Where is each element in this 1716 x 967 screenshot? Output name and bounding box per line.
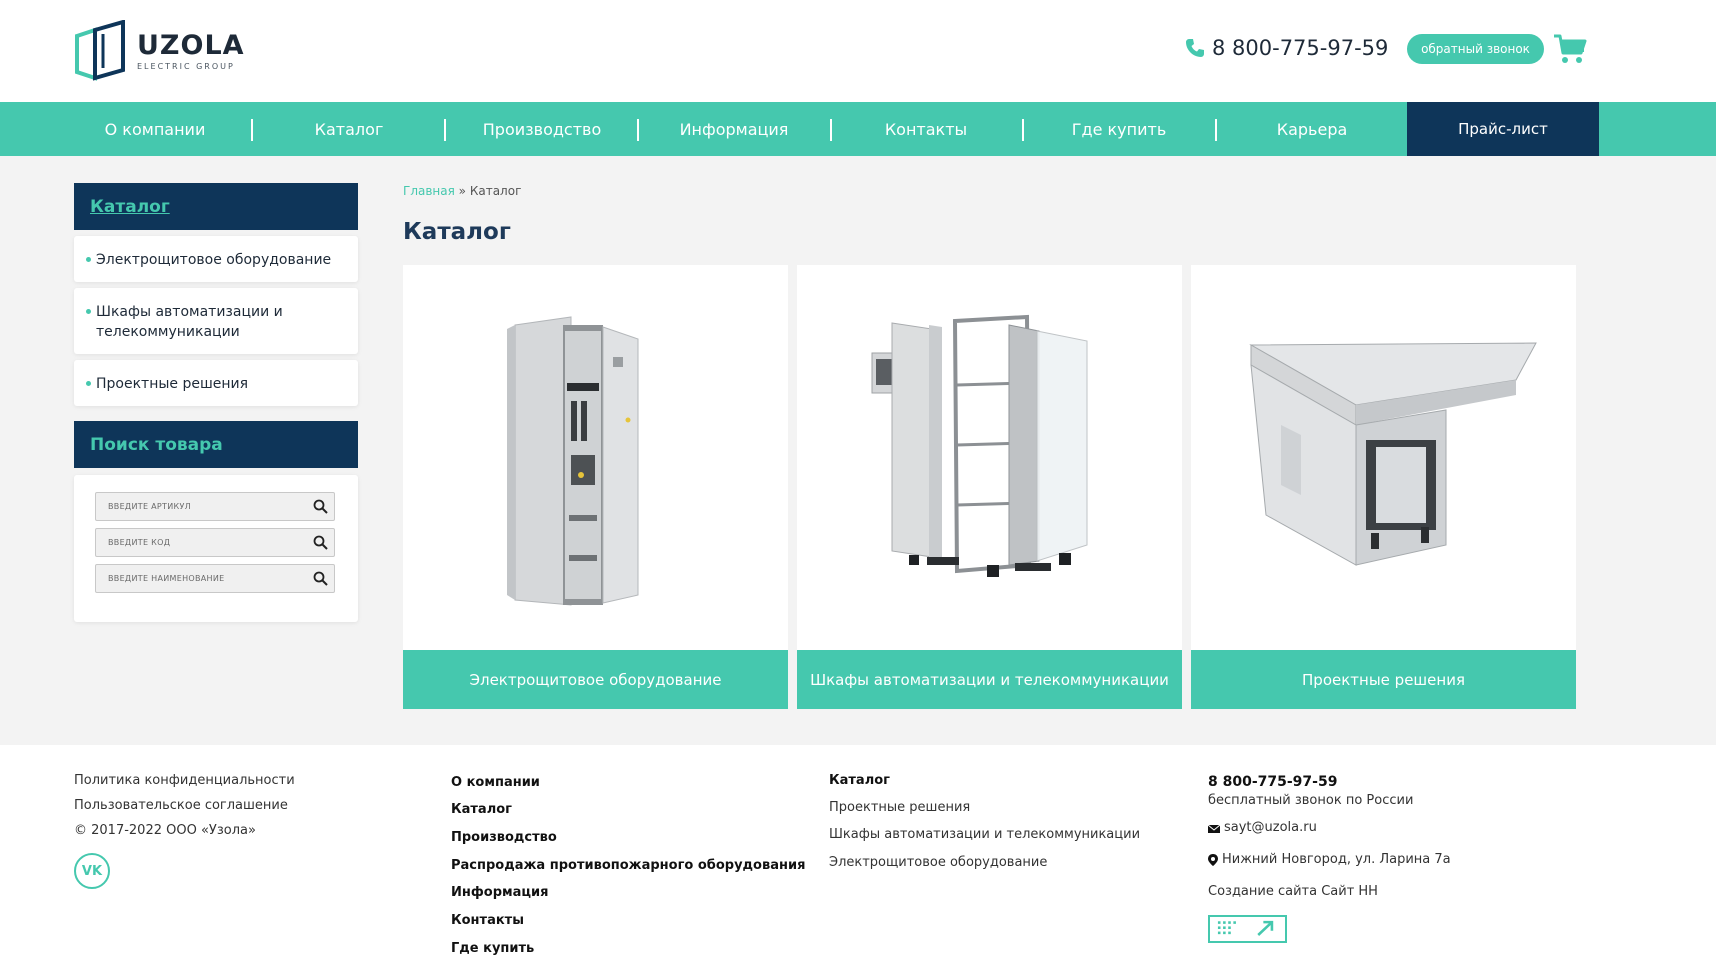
- catalog-card-caption: Проектные решения: [1191, 650, 1576, 709]
- nav-item-information[interactable]: Информация: [636, 102, 832, 156]
- page-title: Каталог: [403, 219, 511, 245]
- footer-nav-catalog[interactable]: Каталог: [451, 802, 512, 817]
- sidebar-catalog-title[interactable]: Каталог: [74, 183, 358, 230]
- nav-price-list[interactable]: Прайс-лист: [1407, 102, 1599, 156]
- search-name-input[interactable]: [96, 565, 296, 592]
- footer-address: Нижний Новгород, ул. Ларина 7а: [1222, 852, 1451, 867]
- search-name-field: [95, 564, 335, 593]
- developer-logo-icon[interactable]: [1208, 915, 1287, 943]
- nav-item-catalog[interactable]: Каталог: [250, 102, 448, 156]
- footer-nav-fire-sale[interactable]: Распродажа противопожарного оборудования: [451, 858, 805, 873]
- bullet-dot: [86, 381, 91, 386]
- nav-item-contacts[interactable]: Контакты: [829, 102, 1023, 156]
- footer-privacy-link[interactable]: Политика конфиденциальности: [74, 773, 295, 788]
- footer-nav-about[interactable]: О компании: [451, 775, 540, 790]
- catalog-card-switchboard[interactable]: Электрощитовое оборудование: [403, 265, 788, 709]
- switchboard-cabinet-image: [507, 316, 639, 606]
- uzola-logo-icon: [75, 20, 125, 81]
- breadcrumb-current: Каталог: [469, 184, 522, 198]
- footer-catalog-title[interactable]: Каталог: [829, 773, 890, 788]
- breadcrumb-separator: »: [458, 184, 467, 198]
- footer-made-by[interactable]: Создание сайта Сайт НН: [1208, 884, 1378, 899]
- project-solution-cabinet-image: [1249, 342, 1537, 566]
- envelope-icon: [1208, 824, 1220, 833]
- footer-phone[interactable]: 8 800-775-97-59: [1208, 774, 1337, 790]
- map-pin-icon: [1208, 854, 1218, 866]
- footer-nav-information[interactable]: Информация: [451, 885, 549, 900]
- sidebar-item-label: Электрощитовое оборудование: [96, 252, 332, 268]
- cart-icon[interactable]: [1553, 33, 1587, 65]
- vk-icon[interactable]: VK: [74, 853, 110, 889]
- footer-nav-contacts[interactable]: Контакты: [451, 913, 524, 928]
- main-nav: О компании Каталог Производство Информац…: [0, 102, 1716, 156]
- search-icon[interactable]: [313, 571, 328, 586]
- nav-item-about[interactable]: О компании: [56, 102, 254, 156]
- sidebar-item-telecom[interactable]: Шкафы автоматизации и телекоммуникации: [74, 288, 358, 354]
- sidebar-item-label: Проектные решения: [96, 376, 249, 392]
- sidebar-item-switchboard[interactable]: Электрощитовое оборудование: [74, 236, 358, 282]
- sidebar-item-label: Шкафы автоматизации и телекоммуникации: [96, 304, 283, 340]
- site-header: UZOLA ELECTRIC GROUP 8 800-775-97-59 обр…: [0, 0, 1716, 102]
- breadcrumb-home-link[interactable]: Главная: [403, 184, 455, 198]
- search-article-field: [95, 492, 335, 521]
- search-code-field: [95, 528, 335, 557]
- search-article-input[interactable]: [96, 493, 296, 520]
- nav-item-production[interactable]: Производство: [443, 102, 641, 156]
- footer-email[interactable]: sayt@uzola.ru: [1224, 820, 1317, 835]
- search-code-input[interactable]: [96, 529, 296, 556]
- search-icon[interactable]: [313, 499, 328, 514]
- phone-icon: [1186, 39, 1204, 57]
- search-icon[interactable]: [313, 535, 328, 550]
- telecom-cabinet-exploded-image: [871, 314, 1088, 577]
- footer-nav-where-to-buy[interactable]: Где купить: [451, 941, 534, 956]
- footer-phone-note: бесплатный звонок по России: [1208, 793, 1414, 808]
- logo-subtitle: ELECTRIC GROUP: [137, 61, 235, 71]
- catalog-card-telecom[interactable]: Шкафы автоматизации и телекоммуникации: [797, 265, 1182, 709]
- footer-catalog-projects[interactable]: Проектные решения: [829, 800, 970, 815]
- sidebar-item-projects[interactable]: Проектные решения: [74, 360, 358, 406]
- footer-terms-link[interactable]: Пользовательское соглашение: [74, 798, 288, 813]
- nav-item-career[interactable]: Карьера: [1215, 102, 1409, 156]
- breadcrumb: Главная » Каталог: [403, 184, 521, 198]
- footer-copyright: © 2017-2022 ООО «Узола»: [74, 823, 256, 838]
- bullet-dot: [86, 257, 91, 262]
- sidebar-search-title: Поиск товара: [74, 421, 358, 468]
- site-logo[interactable]: UZOLA ELECTRIC GROUP: [73, 20, 273, 82]
- nav-item-where-to-buy[interactable]: Где купить: [1022, 102, 1216, 156]
- footer-nav-production[interactable]: Производство: [451, 830, 557, 845]
- footer-catalog-switchboard[interactable]: Электрощитовое оборудование: [829, 855, 1047, 870]
- bullet-dot: [86, 309, 91, 314]
- catalog-card-projects[interactable]: Проектные решения: [1191, 265, 1576, 709]
- logo-name: UZOLA: [137, 29, 245, 61]
- header-phone-number: 8 800-775-97-59: [1212, 36, 1389, 60]
- catalog-card-caption: Электрощитовое оборудование: [403, 650, 788, 709]
- callback-button[interactable]: обратный звонок: [1407, 34, 1544, 64]
- footer-catalog-telecom[interactable]: Шкафы автоматизации и телекоммуникации: [829, 827, 1140, 842]
- catalog-card-caption: Шкафы автоматизации и телекоммуникации: [797, 650, 1182, 709]
- search-panel: [74, 475, 358, 622]
- header-phone[interactable]: 8 800-775-97-59: [1185, 36, 1388, 60]
